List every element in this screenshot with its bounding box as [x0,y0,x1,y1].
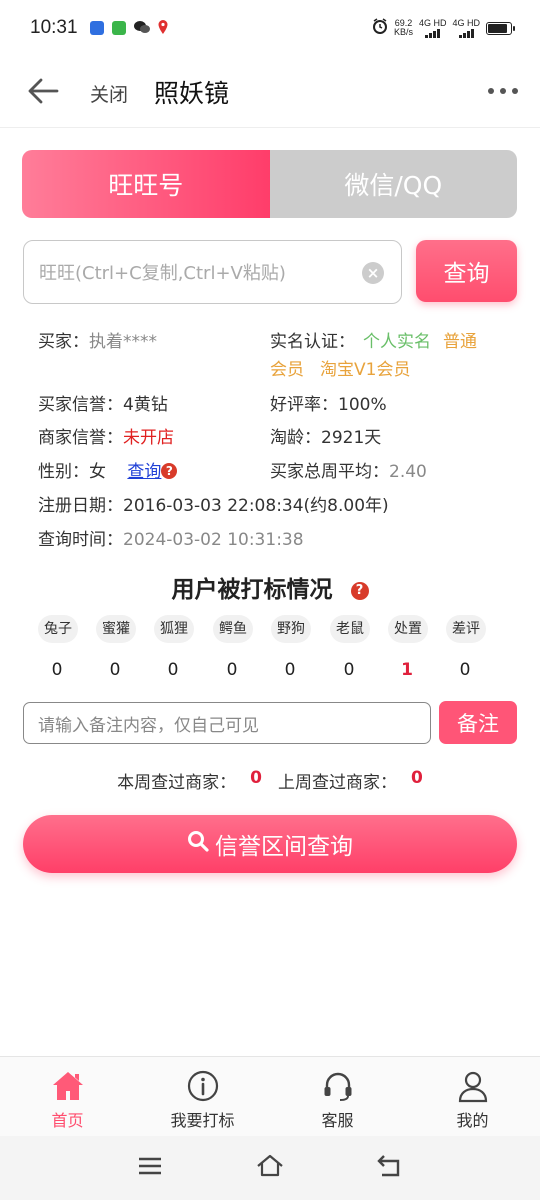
note-button[interactable]: 备注 [439,701,517,744]
note-input[interactable]: 请输入备注内容，仅自己可见 [23,702,431,744]
gender-value: 女 [89,462,106,482]
mark-label-bad-review: 差评 [446,615,486,643]
mark-count-fox: 0 [167,660,179,680]
credit-range-query-button[interactable]: 信誉区间查询 [23,815,517,873]
system-navigation-bar [0,1136,540,1200]
buyer-credit-row: 买家信誉：4黄钻 [38,395,168,415]
battery-icon [486,21,515,35]
gender-row: 性别：女 查询? [38,461,178,483]
nav-support[interactable]: 客服 [270,1057,405,1136]
sim1-signal: 4G HD [419,18,446,38]
mark-count-rat: 0 [343,660,355,680]
buyer-row: 买家：执着**** [38,332,157,352]
taobao-level: 淘宝V1会员 [320,360,411,380]
praise-rate-value: 100% [338,395,387,415]
buyer-credit-value: 4黄钻 [123,395,168,415]
nav-profile[interactable]: 我的 [405,1057,540,1136]
member-row: 会员 淘宝V1会员 [270,359,410,381]
mark-label-wild-dog: 野狗 [271,615,311,643]
tab-wangwang[interactable]: 旺旺号 [22,150,270,218]
mark-label-crocodile: 鳄鱼 [213,615,253,643]
query-time-row: 查询时间：2024-03-02 10:31:38 [38,530,304,550]
search-icon [187,830,209,858]
nav-home[interactable]: 首页 [0,1057,135,1136]
query-time-value: 2024-03-02 10:31:38 [123,530,304,550]
search-placeholder: 旺旺(Ctrl+C复制,Ctrl+V粘贴) [39,263,286,284]
register-date-value: 2016-03-03 22:08:34(约8.00年) [123,496,389,516]
status-time: 10:31 [30,17,78,38]
help-icon[interactable]: ? [161,463,178,479]
menu-icon[interactable] [138,1154,162,1182]
taoling-row: 淘龄：2921天 [270,428,382,448]
wangwang-search-input[interactable]: 旺旺(Ctrl+C复制,Ctrl+V粘贴) × [23,240,402,304]
page-title: 照妖镜 [154,79,230,108]
more-options-icon[interactable] [488,88,518,94]
tab-wechat-qq[interactable]: 微信/QQ [269,150,517,218]
mark-count-crocodile: 0 [226,660,238,680]
mark-label-rabbit: 兔子 [38,615,78,643]
this-week-count: 0 [250,768,262,788]
mark-count-honey-badger: 0 [109,660,121,680]
signal-icon [425,28,441,38]
merchant-credit-value: 未开店 [123,428,174,448]
mark-count-disposal: 1 [401,660,413,680]
mark-label-rat: 老鼠 [330,615,370,643]
last-week-label: 上周查过商家： [278,773,397,793]
buyer-name: 执着**** [89,332,157,352]
location-icon [158,19,168,38]
green-app-icon [111,21,126,35]
wechat-icon [133,19,150,38]
query-button[interactable]: 查询 [416,240,517,302]
member-level-1: 普通 [443,332,477,352]
mark-count-wild-dog: 0 [284,660,296,680]
last-week-count: 0 [411,768,423,788]
signal-icon [458,28,474,38]
marks-section-title: 用户被打标情况? [0,570,540,604]
nav-mark[interactable]: 我要打标 [135,1057,270,1136]
lookup-type-tabs: 旺旺号 微信/QQ [22,150,517,218]
net-speed: 69.2 KB/s [393,18,413,37]
status-app-icons [89,19,168,38]
merchant-credit-row: 商家信誉：未开店 [38,428,174,448]
mark-count-rabbit: 0 [51,660,63,680]
mark-label-fox: 狐狸 [154,615,194,643]
praise-rate-row: 好评率：100% [270,395,387,415]
mark-count-bad-review: 0 [459,660,471,680]
note-placeholder: 请输入备注内容，仅自己可见 [38,715,259,736]
status-bar: 10:31 69.2 KB/s 4G HD 4G HD [0,0,540,56]
info-icon [186,1069,220,1103]
weekly-average-row: 买家总周平均：2.40 [270,462,427,482]
sim2-signal: 4G HD [452,18,480,38]
blue-app-icon [89,21,104,35]
navbar: 关闭 照妖镜 [0,56,540,128]
mark-label-honey-badger: 蜜獾 [96,615,136,643]
this-week-label: 本周查过商家： [117,773,237,793]
member-level-2: 会员 [270,360,304,380]
gender-query-link[interactable]: 查询 [127,462,161,482]
taoling-value: 2921天 [321,428,382,448]
register-date-row: 注册日期：2016-03-03 22:08:34(约8.00年) [38,496,389,516]
mark-label-disposal: 处置 [388,615,428,643]
help-icon[interactable]: ? [350,582,369,600]
home-nav-icon[interactable] [256,1154,284,1182]
clear-icon[interactable]: × [362,262,384,284]
close-button[interactable]: 关闭 [90,80,128,107]
alarm-icon [372,18,388,38]
headset-icon [321,1069,355,1103]
user-icon [456,1069,490,1103]
home-icon [51,1069,85,1103]
back-arrow-icon[interactable] [26,76,60,106]
realname-row: 实名认证： 个人实名 普通 [270,332,477,352]
weekly-average-value: 2.40 [389,462,427,482]
status-right: 69.2 KB/s 4G HD 4G HD [372,18,515,38]
merchant-stats: 本周查过商家： 0 上周查过商家： 0 [0,768,540,793]
back-nav-icon[interactable] [376,1154,404,1182]
bottom-nav: 首页 我要打标 客服 我的 [0,1056,540,1136]
credit-range-label: 信誉区间查询 [215,834,353,860]
realname-value: 个人实名 [363,332,431,352]
